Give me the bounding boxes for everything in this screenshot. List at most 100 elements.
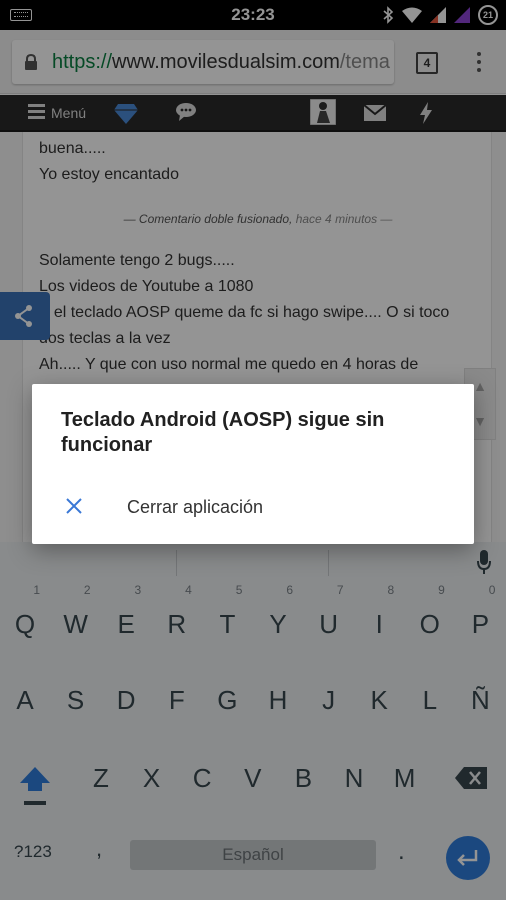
key-hint: 6: [286, 583, 293, 597]
key-a[interactable]: A: [0, 670, 50, 730]
key-j[interactable]: J: [304, 670, 354, 730]
share-icon: [15, 305, 32, 327]
key-v[interactable]: V: [228, 748, 278, 808]
key-c[interactable]: C: [177, 748, 227, 808]
close-icon: [66, 498, 82, 514]
suggestion-divider: [176, 550, 177, 576]
key-q[interactable]: 1Q: [0, 583, 50, 654]
chat-icon[interactable]: [176, 102, 196, 122]
status-bar: 23:23 21: [0, 0, 506, 30]
key-hint: 7: [336, 583, 344, 597]
post-line: Solamente tengo 2 bugs.....: [39, 252, 235, 269]
key-s[interactable]: S: [51, 670, 101, 730]
key-hint: 8: [387, 583, 395, 597]
key-k[interactable]: K: [354, 670, 404, 730]
battery-icon: 21: [478, 5, 498, 25]
browser-toolbar: https://www.movilesdualsim.com/tema 4: [0, 30, 506, 94]
microphone-icon[interactable]: [477, 550, 491, 574]
post-line: dos teclas a la vez: [39, 330, 171, 347]
key-label: U: [319, 609, 338, 639]
key-r[interactable]: 4R: [152, 583, 202, 654]
merge-note-text: — Comentario doble fusionado,: [123, 212, 293, 226]
close-app-label: Cerrar aplicación: [127, 497, 264, 517]
key-label: I: [375, 609, 383, 639]
battery-level: 21: [482, 10, 493, 20]
symbols-key[interactable]: ?123: [14, 842, 52, 862]
key-x[interactable]: X: [127, 748, 177, 808]
post-line: Ah..... Y que con uso normal me quedo en…: [39, 356, 419, 373]
dialog-title: Teclado Android (AOSP) sigue sin funcion…: [61, 409, 385, 456]
key-o[interactable]: 9O: [405, 583, 455, 654]
url-text: https://www.movilesdualsim.com/tema: [52, 51, 390, 74]
post-line: Y el teclado AOSP queme da fc si hago sw…: [39, 304, 450, 321]
site-navbar: Menú: [0, 95, 506, 132]
key-z[interactable]: Z: [76, 748, 126, 808]
key-label: Y: [269, 609, 287, 639]
backspace-icon[interactable]: [455, 767, 487, 789]
suggestion-strip[interactable]: [0, 542, 506, 582]
merge-note-time: hace 4 minutos —: [295, 212, 393, 226]
key-d[interactable]: D: [101, 670, 151, 730]
wifi-icon: [402, 7, 422, 23]
key-l[interactable]: L: [405, 670, 455, 730]
tab-count: 4: [423, 56, 431, 70]
menu-button[interactable]: Menú: [28, 104, 86, 122]
key-i[interactable]: 8I: [354, 583, 404, 654]
mail-icon[interactable]: [364, 105, 386, 121]
enter-icon: [457, 850, 478, 866]
key-hint: 3: [134, 583, 142, 597]
bluetooth-icon: [383, 6, 394, 24]
key-hint: 0: [488, 583, 496, 597]
key-label: E: [117, 609, 135, 639]
post-line: Yo estoy encantado: [39, 166, 179, 183]
url-host: www.movilesdualsim.com: [112, 51, 340, 73]
share-button[interactable]: [0, 292, 50, 340]
key-label: P: [471, 609, 490, 639]
key-hint: 9: [438, 583, 445, 597]
key-e[interactable]: 3E: [101, 583, 151, 654]
key-g[interactable]: G: [202, 670, 252, 730]
avatar[interactable]: [310, 99, 336, 125]
key-t[interactable]: 5T: [202, 583, 252, 654]
hamburger-icon: [28, 104, 45, 122]
signal-icon-2: [454, 7, 470, 23]
key-hint: 4: [185, 583, 192, 597]
soft-keyboard: 1Q2W3E4R5T6Y7U8I9O0P ASDFGHJKLÑ ZXCVBNM …: [0, 542, 506, 900]
merge-note: — Comentario doble fusionado, hace 4 min…: [23, 212, 493, 226]
key-n[interactable]: N: [329, 748, 379, 808]
key-p[interactable]: 0P: [455, 583, 505, 654]
suggestion-divider: [328, 550, 329, 576]
key-hint: 1: [33, 583, 40, 597]
lock-icon: [25, 54, 37, 70]
key-hint: 5: [235, 583, 243, 597]
tab-switcher-button[interactable]: 4: [416, 52, 438, 74]
shift-icon[interactable]: [18, 763, 52, 807]
comma-key[interactable]: ,: [96, 836, 102, 862]
url-field[interactable]: https://www.movilesdualsim.com/tema: [12, 40, 394, 84]
close-app-button[interactable]: Cerrar aplicación: [32, 484, 474, 530]
space-bar[interactable]: Español: [130, 840, 376, 870]
enter-button[interactable]: [446, 836, 490, 880]
key-ñ[interactable]: Ñ: [455, 670, 505, 730]
bolt-icon[interactable]: [420, 102, 432, 124]
overflow-menu-icon[interactable]: [472, 52, 486, 76]
key-label: T: [219, 609, 236, 639]
key-m[interactable]: M: [380, 748, 430, 808]
period-key[interactable]: .: [398, 838, 405, 866]
key-label: W: [63, 609, 88, 639]
key-hint: 2: [83, 583, 91, 597]
key-y[interactable]: 6Y: [253, 583, 303, 654]
menu-label: Menú: [51, 105, 87, 121]
post-line: buena.....: [39, 140, 106, 157]
key-label: R: [167, 609, 187, 639]
diamond-icon[interactable]: [114, 102, 138, 124]
key-b[interactable]: B: [278, 748, 328, 808]
key-label: O: [419, 609, 440, 639]
signal-icon: [430, 7, 446, 23]
url-scheme: https://: [52, 51, 113, 73]
app-crash-dialog: Teclado Android (AOSP) sigue sin funcion…: [32, 384, 474, 544]
key-f[interactable]: F: [152, 670, 202, 730]
key-h[interactable]: H: [253, 670, 303, 730]
key-w[interactable]: 2W: [51, 583, 101, 654]
key-u[interactable]: 7U: [304, 583, 354, 654]
